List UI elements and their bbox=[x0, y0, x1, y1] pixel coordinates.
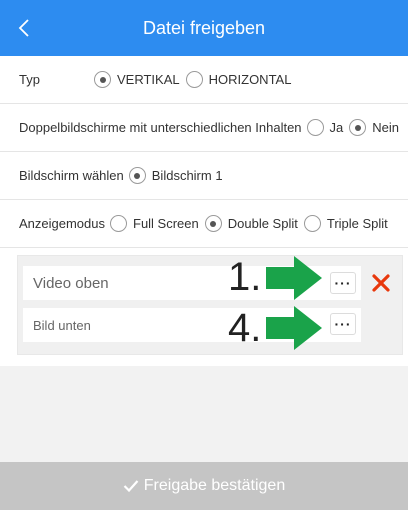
back-button[interactable] bbox=[8, 0, 40, 56]
dual-screen-row: Doppelbildschirme mit unterschiedlichen … bbox=[0, 104, 408, 152]
radio-vertikal[interactable]: VERTIKAL bbox=[94, 71, 180, 88]
radio-selected-icon bbox=[204, 215, 222, 232]
radio-full-screen[interactable]: Full Screen bbox=[110, 215, 199, 232]
more-options-button[interactable]: ··· bbox=[330, 313, 356, 335]
checkmark-icon bbox=[123, 479, 139, 493]
confirm-share-button[interactable]: Freigabe bestätigen bbox=[0, 462, 408, 510]
radio-unselected-icon bbox=[185, 71, 203, 88]
radio-horizontal-label: HORIZONTAL bbox=[208, 72, 292, 87]
right-arrow-icon bbox=[266, 256, 322, 300]
screen-select-label: Bildschirm wählen bbox=[19, 168, 124, 183]
radio-full-screen-label: Full Screen bbox=[133, 216, 199, 231]
radio-unselected-icon bbox=[110, 215, 127, 232]
content-item-label: Bild unten bbox=[33, 317, 91, 333]
radio-double-split-label: Double Split bbox=[227, 216, 298, 231]
dual-screen-label: Doppelbildschirme mit unterschiedlichen … bbox=[19, 120, 302, 135]
radio-selected-icon bbox=[94, 71, 111, 88]
delete-button[interactable] bbox=[370, 272, 392, 294]
radio-selected-icon bbox=[128, 167, 146, 184]
radio-nein[interactable]: Nein bbox=[349, 119, 399, 136]
settings-panel: Typ VERTIKAL HORIZONTAL Doppelbildschirm… bbox=[0, 56, 408, 366]
display-mode-row: Anzeigemodus Full Screen Double Split Tr… bbox=[0, 200, 408, 248]
right-arrow-icon bbox=[266, 306, 322, 350]
type-label: Typ bbox=[19, 72, 40, 87]
radio-ja-label: Ja bbox=[329, 120, 344, 135]
radio-triple-split-label: Triple Split bbox=[326, 216, 388, 231]
radio-horizontal[interactable]: HORIZONTAL bbox=[185, 71, 292, 88]
radio-selected-icon bbox=[349, 119, 367, 136]
page-title: Datei freigeben bbox=[142, 17, 266, 38]
radio-nein-label: Nein bbox=[372, 120, 400, 135]
radio-ja[interactable]: Ja bbox=[306, 119, 344, 136]
display-mode-label: Anzeigemodus bbox=[19, 216, 105, 231]
type-row: Typ VERTIKAL HORIZONTAL bbox=[0, 56, 408, 104]
confirm-share-label: Freigabe bestätigen bbox=[143, 477, 286, 494]
step-number-annotation: 1. bbox=[228, 255, 262, 299]
radio-triple-split[interactable]: Triple Split bbox=[303, 215, 388, 232]
radio-vertikal-label: VERTIKAL bbox=[117, 72, 180, 87]
radio-bildschirm-1[interactable]: Bildschirm 1 bbox=[128, 167, 223, 184]
more-options-button[interactable]: ··· bbox=[330, 272, 356, 294]
step-number-annotation: 4. bbox=[228, 306, 262, 350]
content-item-label: Video oben bbox=[33, 274, 109, 292]
close-x-icon bbox=[372, 274, 390, 292]
header-bar: Datei freigeben bbox=[0, 0, 408, 56]
content-card: Video oben ··· Bild unten ··· bbox=[17, 255, 403, 355]
radio-bildschirm-1-label: Bildschirm 1 bbox=[151, 168, 223, 183]
screen-select-row: Bildschirm wählen Bildschirm 1 bbox=[0, 152, 408, 200]
radio-unselected-icon bbox=[303, 215, 321, 232]
radio-double-split[interactable]: Double Split bbox=[204, 215, 298, 232]
radio-unselected-icon bbox=[306, 119, 324, 136]
chevron-left-icon bbox=[18, 19, 29, 37]
